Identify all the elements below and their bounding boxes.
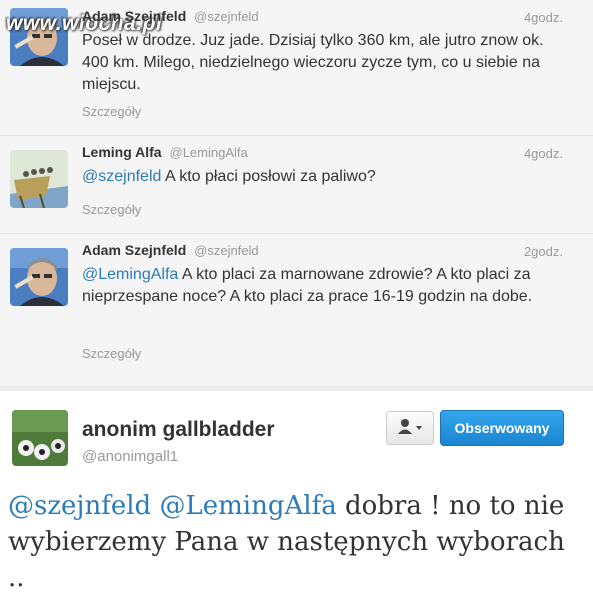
author-line: Leming Alfa @LemingAlfa bbox=[82, 144, 248, 160]
user-actions-button[interactable] bbox=[386, 411, 434, 445]
author-line: Adam Szejnfeld @szejnfeld bbox=[82, 242, 259, 258]
conversation-thread: www.wiocha.pl Adam Szejnfeld @szejnfeld … bbox=[0, 0, 593, 385]
profile-name[interactable]: anonim gallbladder bbox=[82, 418, 275, 442]
section-divider bbox=[0, 385, 593, 391]
author-name[interactable]: Adam Szejnfeld bbox=[82, 242, 186, 258]
tweet-item[interactable]: Leming Alfa @LemingAlfa 4godz. @szejnfel… bbox=[0, 136, 593, 234]
tweet-text: @szejnfeld A kto płaci posłowi za paliwo… bbox=[82, 166, 572, 188]
author-handle[interactable]: @LemingAlfa bbox=[170, 145, 248, 160]
author-name[interactable]: Adam Szejnfeld bbox=[82, 8, 186, 24]
timestamp[interactable]: 2godz. bbox=[524, 244, 563, 259]
avatar[interactable] bbox=[12, 410, 68, 466]
avatar[interactable] bbox=[10, 248, 68, 306]
mention-link[interactable]: @szejnfeld bbox=[8, 491, 151, 521]
tweet-text: Poseł w drodze. Juz jade. Dzisiaj tylko … bbox=[82, 32, 544, 93]
details-link[interactable]: Szczegóły bbox=[82, 104, 141, 119]
tweet-text-body: A kto płaci posłowi za paliwo? bbox=[161, 168, 376, 185]
tweet-item[interactable]: Adam Szejnfeld @szejnfeld 2godz. @Leming… bbox=[0, 234, 593, 385]
author-handle[interactable]: @szejnfeld bbox=[194, 243, 259, 258]
details-link[interactable]: Szczegóły bbox=[82, 346, 141, 361]
tweet-item[interactable]: www.wiocha.pl Adam Szejnfeld @szejnfeld … bbox=[0, 0, 593, 136]
author-handle[interactable]: @szejnfeld bbox=[194, 9, 259, 24]
person-dropdown-icon bbox=[398, 419, 422, 434]
mention-link[interactable]: @LemingAlfa bbox=[159, 491, 336, 521]
reply-text: @szejnfeld @LemingAlfa dobra ! no to nie… bbox=[8, 488, 578, 596]
avatar[interactable] bbox=[10, 150, 68, 208]
author-name[interactable]: Leming Alfa bbox=[82, 144, 162, 160]
mention-link[interactable]: @szejnfeld bbox=[82, 168, 161, 185]
details-link[interactable]: Szczegóły bbox=[82, 202, 141, 217]
profile-handle[interactable]: @anonimgall1 bbox=[82, 448, 178, 465]
timestamp[interactable]: 4godz. bbox=[524, 146, 563, 161]
author-line: Adam Szejnfeld @szejnfeld bbox=[82, 8, 259, 24]
following-button[interactable]: Obserwowany bbox=[440, 410, 564, 446]
timestamp[interactable]: 4godz. bbox=[524, 10, 563, 25]
mention-link[interactable]: @LemingAlfa bbox=[82, 266, 178, 283]
tweet-text: @LemingAlfa A kto placi za marnowane zdr… bbox=[82, 264, 572, 308]
